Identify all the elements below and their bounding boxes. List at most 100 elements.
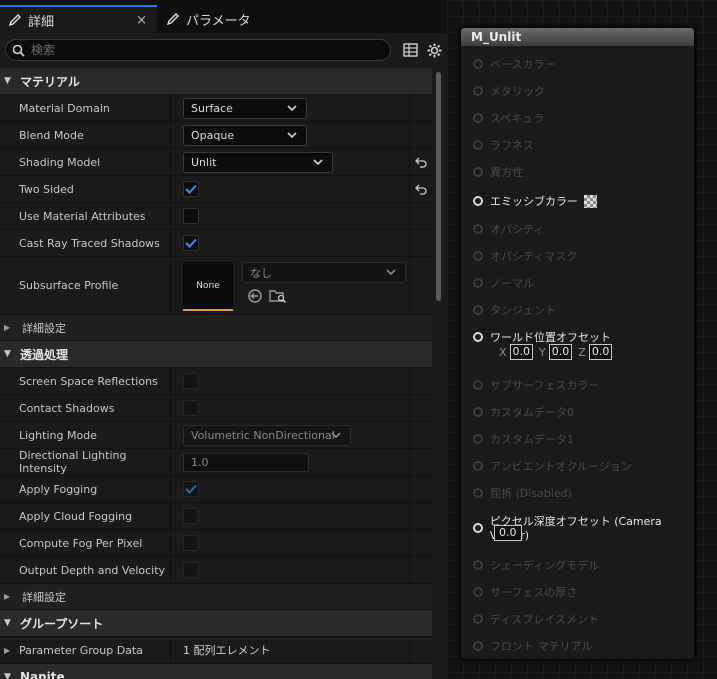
prop-label: Cast Ray Traced Shadows	[0, 230, 171, 256]
pin-17[interactable]: シェーディングモデル	[473, 557, 599, 573]
pin-connector-icon[interactable]	[473, 434, 483, 444]
subsurface-profile-dropdown[interactable]: なし	[242, 262, 406, 283]
pin-8[interactable]: ノーマル	[473, 275, 534, 291]
pin-connector-icon[interactable]	[473, 224, 483, 234]
pin-connector-icon[interactable]	[473, 407, 483, 417]
pin-connector-icon[interactable]	[473, 251, 483, 261]
wpo-y-input[interactable]: 0.0	[548, 344, 573, 360]
pin-5[interactable]: エミッシブカラー	[473, 193, 597, 209]
pin-4[interactable]: 異方性	[473, 164, 523, 180]
pin-connector-icon[interactable]	[473, 59, 483, 69]
pin-13[interactable]: カスタムデータ1	[473, 431, 574, 447]
wpo-x-input[interactable]: 0.0	[509, 344, 534, 360]
directional-lighting-intensity-field[interactable]: 1.0	[183, 452, 309, 472]
browse-asset-icon[interactable]	[269, 288, 287, 304]
use-selected-asset-icon[interactable]	[247, 288, 263, 304]
section-advanced-translucency[interactable]: ▶ 詳細設定	[0, 584, 432, 610]
pin-20[interactable]: フロント マテリアル	[473, 638, 592, 654]
pin-connector-icon[interactable]	[473, 140, 483, 150]
pin-label: ディスプレイスメント	[490, 613, 599, 626]
pin-connector-icon[interactable]	[473, 167, 483, 177]
blend-mode-dropdown[interactable]: Opaque	[183, 124, 307, 146]
field-value: 1.0	[191, 455, 209, 469]
prop-subsurface-profile: Subsurface Profile None なし	[0, 257, 432, 315]
pin-connector-icon[interactable]	[473, 522, 483, 533]
collapse-arrow-icon: ▼	[4, 76, 11, 86]
gear-icon[interactable]	[427, 43, 442, 58]
section-translucency[interactable]: ▼ 透過処理	[0, 341, 432, 368]
pin-label: 屈折 (Disabled)	[490, 487, 572, 500]
pin-connector-icon[interactable]	[473, 380, 483, 390]
cast-ray-traced-shadows-checkbox[interactable]	[183, 235, 199, 251]
pin-3[interactable]: ラフネス	[473, 137, 534, 153]
two-sided-checkbox[interactable]	[183, 181, 199, 197]
pin-18[interactable]: サーフェスの厚さ	[473, 584, 577, 600]
pdo-input[interactable]: 0.0	[494, 525, 522, 541]
dropdown-value: Surface	[191, 101, 233, 115]
section-nanite[interactable]: ▼ Nanite	[0, 664, 432, 679]
pin-11[interactable]: サブサーフェスカラー	[473, 377, 599, 393]
contact-shadows-checkbox[interactable]	[183, 400, 199, 416]
pin-0[interactable]: ベースカラー	[473, 56, 555, 72]
tab-parameters[interactable]: パラメータ	[158, 5, 298, 33]
pin-connector-icon[interactable]	[473, 196, 483, 206]
pin-connector-icon[interactable]	[473, 305, 483, 315]
screen-space-reflections-checkbox[interactable]	[183, 373, 199, 389]
pin-15[interactable]: 屈折 (Disabled)	[473, 485, 572, 501]
pin-connector-icon[interactable]	[473, 614, 483, 624]
use-material-attributes-checkbox[interactable]	[183, 208, 199, 224]
prop-parameter-group-data[interactable]: ▶ Parameter Group Data 1 配列エレメント	[0, 637, 432, 664]
prop-label: Contact Shadows	[0, 395, 171, 421]
chevron-down-icon	[287, 104, 297, 111]
section-advanced-material[interactable]: ▶ 詳細設定	[0, 315, 432, 341]
wpo-z-input[interactable]: 0.0	[588, 344, 613, 360]
pin-label: カスタムデータ1	[490, 433, 574, 446]
pin-9[interactable]: タンジェント	[473, 302, 556, 318]
pin-10[interactable]: ワールド位置オフセット	[473, 329, 611, 345]
pin-12[interactable]: カスタムデータ0	[473, 404, 574, 420]
search-icon	[12, 44, 25, 57]
pin-connector-icon[interactable]	[473, 86, 483, 96]
details-panel: 詳細 × パラメータ ▼ マテリアル Material Domain Surfa…	[0, 0, 447, 679]
material-domain-dropdown[interactable]: Surface	[183, 97, 307, 119]
pin-19[interactable]: ディスプレイスメント	[473, 611, 599, 627]
pin-label: カスタムデータ0	[490, 406, 574, 419]
scrollbar[interactable]	[436, 72, 441, 301]
output-depth-and-velocity-checkbox[interactable]	[183, 562, 199, 578]
apply-fogging-checkbox[interactable]	[183, 481, 199, 497]
expand-arrow-icon: ▶	[4, 592, 11, 601]
pin-connector-icon[interactable]	[473, 461, 483, 471]
lighting-mode-dropdown[interactable]: Volumetric NonDirectional	[183, 424, 351, 446]
pin-connector-icon[interactable]	[473, 641, 483, 651]
wpo-vector-inputs: X 0.0 Y 0.0 Z 0.0	[499, 344, 618, 360]
pin-connector-icon[interactable]	[473, 113, 483, 123]
reset-arrow-icon[interactable]	[415, 184, 427, 195]
shading-model-dropdown[interactable]: Unlit	[183, 151, 333, 173]
section-group-sort[interactable]: ▼ グループソート	[0, 610, 432, 637]
search-box[interactable]	[5, 39, 391, 61]
compute-fog-per-pixel-checkbox[interactable]	[183, 535, 199, 551]
material-result-node[interactable]: M_Unlit ベースカラー メタリック スペキュラ ラフネス 異方性 エミッシブカラーオ…	[460, 27, 695, 660]
reset-arrow-icon[interactable]	[415, 157, 427, 168]
dropdown-value: なし	[250, 266, 272, 280]
pin-connector-icon[interactable]	[473, 560, 483, 570]
thumbnail-label: None	[196, 280, 220, 291]
pin-connector-icon[interactable]	[473, 278, 483, 288]
search-input[interactable]	[31, 43, 371, 57]
pin-label: 異方性	[490, 166, 523, 179]
asset-thumbnail[interactable]: None	[183, 262, 233, 311]
pin-connector-icon[interactable]	[473, 587, 483, 597]
pin-7[interactable]: オパシティマスク	[473, 248, 577, 264]
chevron-down-icon	[386, 269, 396, 276]
pin-connector-icon[interactable]	[473, 332, 483, 342]
pin-1[interactable]: メタリック	[473, 83, 545, 99]
tab-details[interactable]: 詳細 ×	[0, 5, 157, 33]
pin-14[interactable]: アンビエントオクルージョン	[473, 458, 632, 474]
close-icon[interactable]: ×	[136, 13, 147, 28]
pin-6[interactable]: オパシティ	[473, 221, 544, 237]
apply-cloud-fogging-checkbox[interactable]	[183, 508, 199, 524]
section-material[interactable]: ▼ マテリアル	[0, 68, 432, 95]
pin-connector-icon[interactable]	[473, 488, 483, 498]
pin-2[interactable]: スペキュラ	[473, 110, 544, 126]
table-view-icon[interactable]	[403, 43, 418, 57]
